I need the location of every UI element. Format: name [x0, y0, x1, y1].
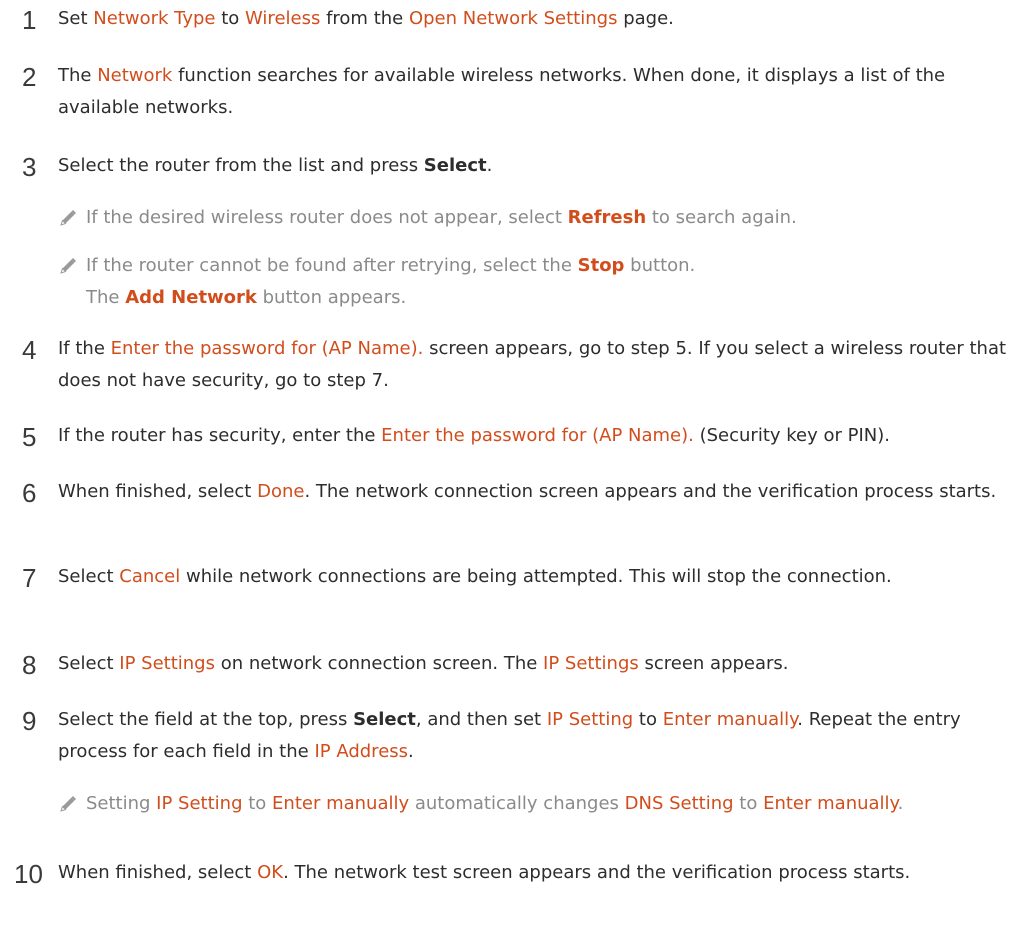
highlight-term: Add Network [125, 287, 257, 308]
step-number: 2 [22, 62, 37, 92]
step-text: Select IP Settings on network connection… [58, 648, 1013, 680]
text-run: Select the router from the list and pres… [58, 155, 424, 176]
text-run: button appears. [256, 287, 407, 308]
highlight-term: Enter manually [763, 793, 898, 814]
highlight-term: IP Settings [119, 653, 215, 674]
step-number: 4 [22, 335, 37, 365]
note-text: If the desired wireless router does not … [86, 202, 986, 234]
step-text: The Network function searches for availa… [58, 60, 1013, 124]
text-run: to [215, 8, 246, 29]
text-run: Select the field at the top, press [58, 709, 354, 730]
text-run: function searches for available wireless… [58, 65, 946, 118]
step-text: If the Enter the password for (AP Name).… [58, 333, 1013, 397]
text-run: Set [58, 8, 94, 29]
text-run: button. [624, 255, 696, 276]
highlight-term: Done [257, 481, 305, 502]
text-run: to search again. [646, 207, 797, 228]
highlight-term: Enter manually [272, 793, 410, 814]
step-text: Select the field at the top, press Selec… [58, 704, 1013, 768]
note-text-continued: The Add Network button appears. [86, 282, 986, 314]
highlight-term: Select [353, 709, 416, 730]
text-run: Setting [86, 793, 157, 814]
step-number: 3 [22, 152, 37, 182]
step-number: 10 [14, 859, 43, 889]
highlight-term: IP Settings [543, 653, 639, 674]
text-run: If the router has security, enter the [58, 425, 382, 446]
pencil-icon [60, 796, 76, 812]
text-run: from the [320, 8, 409, 29]
highlight-term: Network Type [93, 8, 216, 29]
text-run: (Security key or PIN). [693, 425, 890, 446]
step-number: 9 [22, 706, 37, 736]
step-number: 1 [22, 5, 37, 35]
step-number: 7 [22, 563, 37, 593]
text-run: When finished, select [58, 481, 258, 502]
step-text: When finished, select Done. The network … [58, 476, 1013, 508]
step-number: 6 [22, 478, 37, 508]
highlight-term: Enter the password for (AP Name). [110, 338, 424, 359]
text-run: screen appears. [638, 653, 789, 674]
highlight-term: Cancel [119, 566, 181, 587]
text-run: Select [58, 566, 120, 587]
text-run: automatically changes [409, 793, 625, 814]
text-run: If the [58, 338, 111, 359]
step-number: 8 [22, 650, 37, 680]
text-run: . The network connection screen appears … [304, 481, 997, 502]
text-run: When finished, select [58, 862, 258, 883]
step-text: Select Cancel while network connections … [58, 561, 1013, 593]
text-run: page. [617, 8, 674, 29]
highlight-term: IP Setting [546, 709, 634, 730]
highlight-term: Wireless [245, 8, 321, 29]
text-run: If the desired wireless router does not … [86, 207, 568, 228]
highlight-term: OK [257, 862, 284, 883]
highlight-term: Open Network Settings [408, 8, 618, 29]
step-text: When finished, select OK. The network te… [58, 857, 1013, 889]
highlight-term: Network [97, 65, 173, 86]
text-run: to [633, 709, 663, 730]
step-number: 5 [22, 422, 37, 452]
instruction-page: 1 Set Network Type to Wireless from the … [0, 0, 1018, 947]
step-text: If the router has security, enter the En… [58, 420, 1013, 452]
text-run: . [408, 741, 414, 762]
text-run: Select [58, 653, 120, 674]
highlight-term: IP Setting [156, 793, 243, 814]
step-text: Select the router from the list and pres… [58, 150, 1013, 182]
highlight-term: Refresh [567, 207, 647, 228]
text-run: . [486, 155, 493, 176]
highlight-term: IP Address [314, 741, 409, 762]
step-text: Set Network Type to Wireless from the Op… [58, 3, 1013, 35]
text-run: The [58, 65, 98, 86]
text-run: . [897, 793, 904, 814]
highlight-term: Stop [577, 255, 625, 276]
highlight-term: Enter the password for (AP Name). [381, 425, 694, 446]
highlight-term: Select [423, 155, 487, 176]
text-run: . The network test screen appears and th… [283, 862, 911, 883]
note-text: Setting IP Setting to Enter manually aut… [86, 788, 986, 820]
text-run: If the router cannot be found after retr… [86, 255, 578, 276]
pencil-icon [60, 258, 76, 274]
highlight-term: Enter manually [662, 709, 798, 730]
text-run: while network connections are being atte… [180, 566, 892, 587]
text-run: to [242, 793, 273, 814]
text-run: to [733, 793, 764, 814]
text-run: , and then set [415, 709, 547, 730]
highlight-term: DNS Setting [624, 793, 734, 814]
text-run: The [86, 287, 126, 308]
note-text: If the router cannot be found after retr… [86, 250, 986, 282]
pencil-icon [60, 210, 76, 226]
text-run: on network connection screen. The [214, 653, 544, 674]
